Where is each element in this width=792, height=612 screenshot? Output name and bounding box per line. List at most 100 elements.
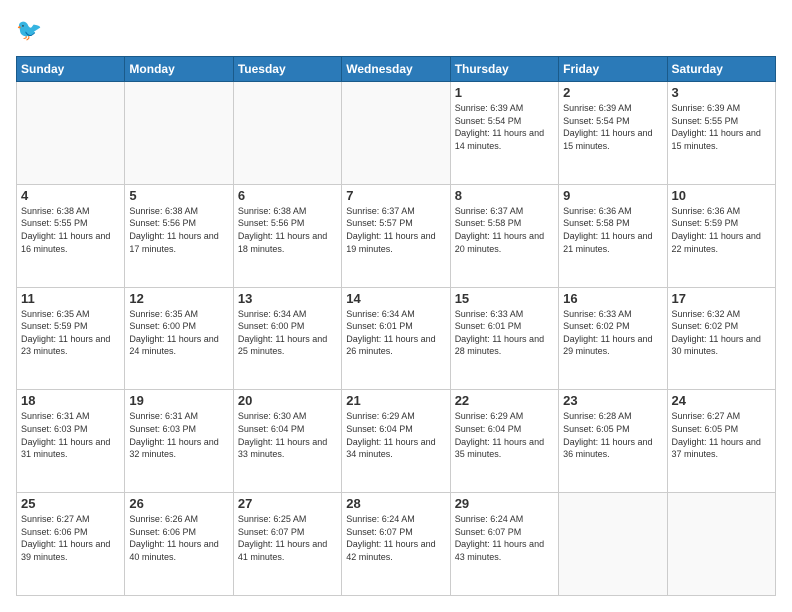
day-info: Sunrise: 6:34 AM Sunset: 6:00 PM Dayligh… (238, 308, 337, 358)
day-info: Sunrise: 6:36 AM Sunset: 5:58 PM Dayligh… (563, 205, 662, 255)
calendar-cell (559, 493, 667, 596)
day-info: Sunrise: 6:30 AM Sunset: 6:04 PM Dayligh… (238, 410, 337, 460)
calendar-cell: 8 Sunrise: 6:37 AM Sunset: 5:58 PM Daylig… (450, 184, 558, 287)
day-number: 3 (672, 85, 771, 100)
calendar-cell: 6 Sunrise: 6:38 AM Sunset: 5:56 PM Daylig… (233, 184, 341, 287)
day-info: Sunrise: 6:33 AM Sunset: 6:02 PM Dayligh… (563, 308, 662, 358)
day-header-thursday: Thursday (450, 57, 558, 82)
calendar-week-4: 25 Sunrise: 6:27 AM Sunset: 6:06 PM Dayli… (17, 493, 776, 596)
calendar-cell: 23 Sunrise: 6:28 AM Sunset: 6:05 PM Dayli… (559, 390, 667, 493)
day-info: Sunrise: 6:38 AM Sunset: 5:56 PM Dayligh… (238, 205, 337, 255)
day-number: 26 (129, 496, 228, 511)
day-info: Sunrise: 6:37 AM Sunset: 5:57 PM Dayligh… (346, 205, 445, 255)
day-header-friday: Friday (559, 57, 667, 82)
day-number: 23 (563, 393, 662, 408)
day-header-wednesday: Wednesday (342, 57, 450, 82)
day-info: Sunrise: 6:29 AM Sunset: 6:04 PM Dayligh… (455, 410, 554, 460)
day-number: 10 (672, 188, 771, 203)
calendar-week-1: 4 Sunrise: 6:38 AM Sunset: 5:55 PM Daylig… (17, 184, 776, 287)
day-info: Sunrise: 6:29 AM Sunset: 6:04 PM Dayligh… (346, 410, 445, 460)
day-number: 18 (21, 393, 120, 408)
calendar-cell: 21 Sunrise: 6:29 AM Sunset: 6:04 PM Dayli… (342, 390, 450, 493)
day-number: 11 (21, 291, 120, 306)
calendar-cell: 29 Sunrise: 6:24 AM Sunset: 6:07 PM Dayli… (450, 493, 558, 596)
calendar-cell (233, 82, 341, 185)
calendar-cell: 20 Sunrise: 6:30 AM Sunset: 6:04 PM Dayli… (233, 390, 341, 493)
calendar-table: SundayMondayTuesdayWednesdayThursdayFrid… (16, 56, 776, 596)
calendar-cell: 27Sunrise: 6:25 AM Sunset: 6:07 PM Dayli… (233, 493, 341, 596)
day-number: 2 (563, 85, 662, 100)
day-number: 15 (455, 291, 554, 306)
day-number: 28 (346, 496, 445, 511)
calendar-week-0: 1 Sunrise: 6:39 AM Sunset: 5:54 PM Daylig… (17, 82, 776, 185)
day-number: 1 (455, 85, 554, 100)
day-info: Sunrise: 6:31 AM Sunset: 6:03 PM Dayligh… (21, 410, 120, 460)
day-header-tuesday: Tuesday (233, 57, 341, 82)
calendar-cell: 9 Sunrise: 6:36 AM Sunset: 5:58 PM Daylig… (559, 184, 667, 287)
calendar-cell: 28 Sunrise: 6:24 AM Sunset: 6:07 PM Dayli… (342, 493, 450, 596)
calendar-cell: 2Sunrise: 6:39 AM Sunset: 5:54 PM Daylig… (559, 82, 667, 185)
day-number: 8 (455, 188, 554, 203)
day-headers-row: SundayMondayTuesdayWednesdayThursdayFrid… (17, 57, 776, 82)
day-number: 27 (238, 496, 337, 511)
day-number: 6 (238, 188, 337, 203)
day-info: Sunrise: 6:33 AM Sunset: 6:01 PM Dayligh… (455, 308, 554, 358)
calendar-cell: 16 Sunrise: 6:33 AM Sunset: 6:02 PM Dayli… (559, 287, 667, 390)
day-number: 12 (129, 291, 228, 306)
calendar-cell: 10 Sunrise: 6:36 AM Sunset: 5:59 PM Dayli… (667, 184, 775, 287)
day-number: 4 (21, 188, 120, 203)
calendar-cell: 3Sunrise: 6:39 AM Sunset: 5:55 PM Daylig… (667, 82, 775, 185)
day-info: Sunrise: 6:38 AM Sunset: 5:55 PM Dayligh… (21, 205, 120, 255)
calendar-cell: 19Sunrise: 6:31 AM Sunset: 6:03 PM Dayli… (125, 390, 233, 493)
header: 🐦 (16, 16, 776, 46)
svg-text:🐦: 🐦 (16, 19, 42, 42)
calendar-cell: 5 Sunrise: 6:38 AM Sunset: 5:56 PM Daylig… (125, 184, 233, 287)
day-info: Sunrise: 6:34 AM Sunset: 6:01 PM Dayligh… (346, 308, 445, 358)
calendar-cell: 24 Sunrise: 6:27 AM Sunset: 6:05 PM Dayli… (667, 390, 775, 493)
day-info: Sunrise: 6:37 AM Sunset: 5:58 PM Dayligh… (455, 205, 554, 255)
day-header-saturday: Saturday (667, 57, 775, 82)
calendar-cell: 11 Sunrise: 6:35 AM Sunset: 5:59 PM Dayli… (17, 287, 125, 390)
day-info: Sunrise: 6:28 AM Sunset: 6:05 PM Dayligh… (563, 410, 662, 460)
calendar-cell: 12 Sunrise: 6:35 AM Sunset: 6:00 PM Dayli… (125, 287, 233, 390)
day-info: Sunrise: 6:35 AM Sunset: 5:59 PM Dayligh… (21, 308, 120, 358)
day-info: Sunrise: 6:24 AM Sunset: 6:07 PM Dayligh… (346, 513, 445, 563)
calendar-cell (17, 82, 125, 185)
calendar-cell: 17 Sunrise: 6:32 AM Sunset: 6:02 PM Dayli… (667, 287, 775, 390)
day-number: 21 (346, 393, 445, 408)
day-number: 22 (455, 393, 554, 408)
day-info: Sunrise: 6:27 AM Sunset: 6:06 PM Dayligh… (21, 513, 120, 563)
day-number: 14 (346, 291, 445, 306)
day-info: Sunrise: 6:32 AM Sunset: 6:02 PM Dayligh… (672, 308, 771, 358)
logo-bird-icon: 🐦 (16, 16, 46, 46)
day-number: 13 (238, 291, 337, 306)
calendar-week-2: 11 Sunrise: 6:35 AM Sunset: 5:59 PM Dayli… (17, 287, 776, 390)
day-info: Sunrise: 6:31 AM Sunset: 6:03 PM Dayligh… (129, 410, 228, 460)
day-info: Sunrise: 6:24 AM Sunset: 6:07 PM Dayligh… (455, 513, 554, 563)
logo: 🐦 (16, 16, 50, 46)
day-number: 17 (672, 291, 771, 306)
day-number: 5 (129, 188, 228, 203)
day-info: Sunrise: 6:36 AM Sunset: 5:59 PM Dayligh… (672, 205, 771, 255)
calendar-cell: 22 Sunrise: 6:29 AM Sunset: 6:04 PM Dayli… (450, 390, 558, 493)
calendar-cell (125, 82, 233, 185)
day-info: Sunrise: 6:27 AM Sunset: 6:05 PM Dayligh… (672, 410, 771, 460)
calendar-cell: 14 Sunrise: 6:34 AM Sunset: 6:01 PM Dayli… (342, 287, 450, 390)
day-number: 25 (21, 496, 120, 511)
calendar-cell (667, 493, 775, 596)
calendar-cell: 25 Sunrise: 6:27 AM Sunset: 6:06 PM Dayli… (17, 493, 125, 596)
calendar-cell: 18 Sunrise: 6:31 AM Sunset: 6:03 PM Dayli… (17, 390, 125, 493)
day-info: Sunrise: 6:38 AM Sunset: 5:56 PM Dayligh… (129, 205, 228, 255)
calendar-cell (342, 82, 450, 185)
day-number: 16 (563, 291, 662, 306)
day-number: 20 (238, 393, 337, 408)
day-number: 9 (563, 188, 662, 203)
day-info: Sunrise: 6:35 AM Sunset: 6:00 PM Dayligh… (129, 308, 228, 358)
day-info: Sunrise: 6:39 AM Sunset: 5:54 PM Dayligh… (455, 102, 554, 152)
day-number: 29 (455, 496, 554, 511)
day-number: 7 (346, 188, 445, 203)
calendar-cell: 7 Sunrise: 6:37 AM Sunset: 5:57 PM Daylig… (342, 184, 450, 287)
calendar-cell: 1 Sunrise: 6:39 AM Sunset: 5:54 PM Daylig… (450, 82, 558, 185)
day-info: Sunrise: 6:26 AM Sunset: 6:06 PM Dayligh… (129, 513, 228, 563)
day-number: 24 (672, 393, 771, 408)
